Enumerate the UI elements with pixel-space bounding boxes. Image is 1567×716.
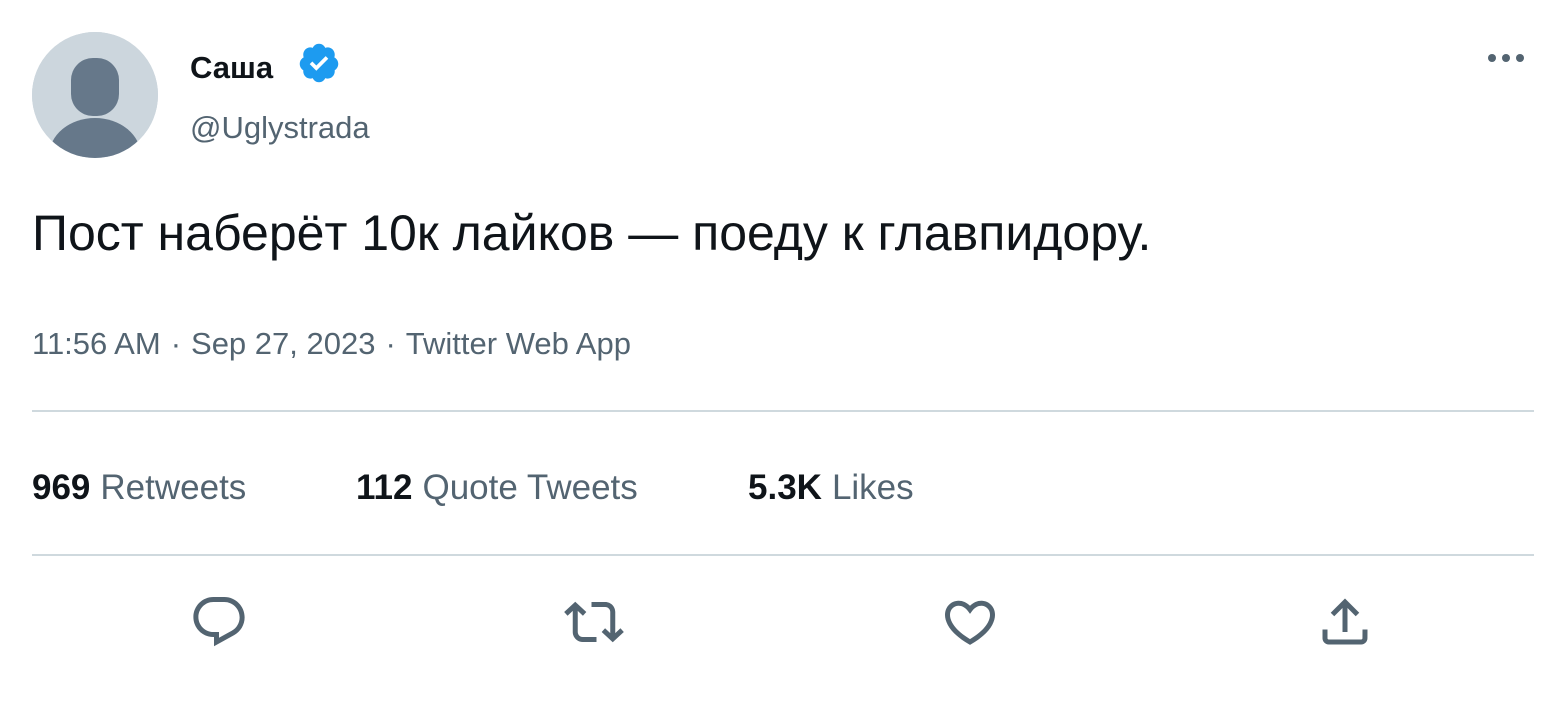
- quote-tweets-count: 112: [356, 468, 413, 507]
- reply-button[interactable]: [189, 592, 249, 652]
- like-button[interactable]: [940, 592, 1000, 652]
- share-icon: [1322, 598, 1368, 645]
- meta-separator: ·: [385, 326, 396, 361]
- tweet-text: Пост наберёт 10к лайков — поеду к главпи…: [32, 205, 1152, 261]
- retweets-label: Retweets: [100, 468, 247, 507]
- quote-tweets-stat[interactable]: 112 Quote Tweets: [356, 466, 638, 510]
- more-options-icon[interactable]: [1482, 44, 1530, 72]
- heart-icon: [944, 600, 996, 645]
- default-profile-icon: [32, 32, 158, 158]
- retweets-count: 969: [32, 468, 91, 507]
- retweet-icon: [564, 601, 624, 643]
- verified-badge-icon: [299, 43, 339, 83]
- divider: [32, 410, 1534, 412]
- reply-icon: [193, 597, 245, 647]
- author-handle[interactable]: @Uglystrada: [190, 108, 370, 148]
- quote-tweets-label: Quote Tweets: [422, 468, 638, 507]
- tweet-time[interactable]: 11:56 AM: [32, 326, 161, 361]
- tweet-date[interactable]: Sep 27, 2023: [191, 326, 375, 361]
- divider: [32, 554, 1534, 556]
- avatar[interactable]: [32, 32, 158, 158]
- share-button[interactable]: [1315, 592, 1375, 652]
- likes-label: Likes: [831, 468, 914, 507]
- tweet-source[interactable]: Twitter Web App: [406, 326, 631, 361]
- meta-separator: ·: [170, 326, 182, 361]
- likes-stat[interactable]: 5.3K Likes: [748, 466, 914, 510]
- tweet-card: Саша @Uglystrada Пост наберёт 10к лайков…: [0, 0, 1567, 716]
- tweet-meta: 11:56 AM · Sep 27, 2023 · Twitter Web App: [32, 324, 631, 364]
- likes-count: 5.3K: [748, 468, 822, 507]
- author-name[interactable]: Саша: [190, 48, 273, 88]
- retweets-stat[interactable]: 969 Retweets: [32, 466, 246, 510]
- retweet-button[interactable]: [564, 592, 624, 652]
